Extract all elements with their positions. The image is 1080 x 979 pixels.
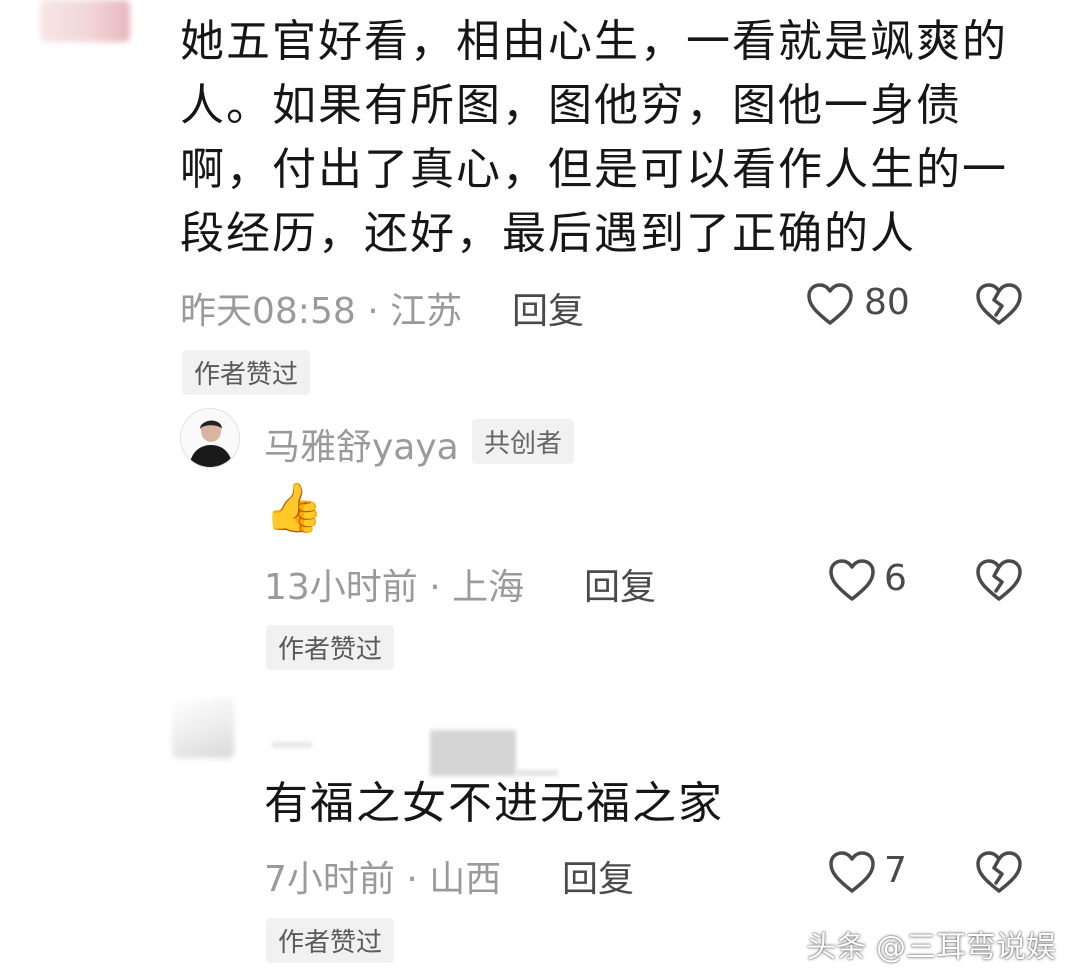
user-name-redacted	[272, 742, 312, 748]
like-count: 7	[884, 850, 907, 891]
thumbs-up-emoji: 👍	[264, 480, 324, 536]
heart-outline-icon[interactable]	[806, 282, 854, 326]
reply-button[interactable]: 回复	[584, 558, 656, 610]
comment-line: 啊，付出了真心，但是可以看作人生的一	[180, 144, 1008, 195]
comment-meta: 昨天08:58 · 江苏	[180, 291, 463, 332]
heart-outline-icon[interactable]	[828, 850, 876, 894]
cocreator-badge: 共创者	[472, 419, 575, 464]
heart-outline-icon[interactable]	[828, 558, 876, 602]
comment-line: 人。如果有所图，图他穷，图他一身债	[180, 80, 962, 131]
author-liked-badge: 作者赞过	[266, 918, 395, 963]
author-liked-badge: 作者赞过	[266, 625, 395, 670]
avatar[interactable]	[40, 0, 130, 42]
comment-text: 她五官好看，相由心生，一看就是飒爽的 人。如果有所图，图他穷，图他一身债 啊，付…	[180, 10, 1040, 266]
broken-heart-icon[interactable]	[975, 282, 1023, 326]
comment-meta: 7小时前 · 山西	[264, 859, 502, 900]
like-count: 80	[864, 282, 910, 323]
comment-meta: 13小时前 · 上海	[264, 567, 525, 608]
comment-line: 段经历，还好，最后遇到了正确的人	[180, 208, 916, 259]
broken-heart-icon[interactable]	[975, 850, 1023, 894]
comment-text: 有福之女不进无福之家	[264, 778, 724, 829]
avatar[interactable]	[180, 408, 240, 468]
reply-button[interactable]: 回复	[512, 282, 584, 334]
redacted-block	[430, 730, 516, 776]
author-liked-badge: 作者赞过	[182, 350, 311, 395]
watermark: 头条 @三耳弯说娱	[806, 930, 1056, 965]
like-count: 6	[884, 558, 907, 599]
avatar[interactable]	[172, 698, 234, 758]
reply-button[interactable]: 回复	[562, 850, 634, 902]
broken-heart-icon[interactable]	[975, 558, 1023, 602]
user-name[interactable]: 马雅舒yaya	[264, 418, 459, 470]
comment-line: 她五官好看，相由心生，一看就是飒爽的	[180, 16, 1008, 67]
